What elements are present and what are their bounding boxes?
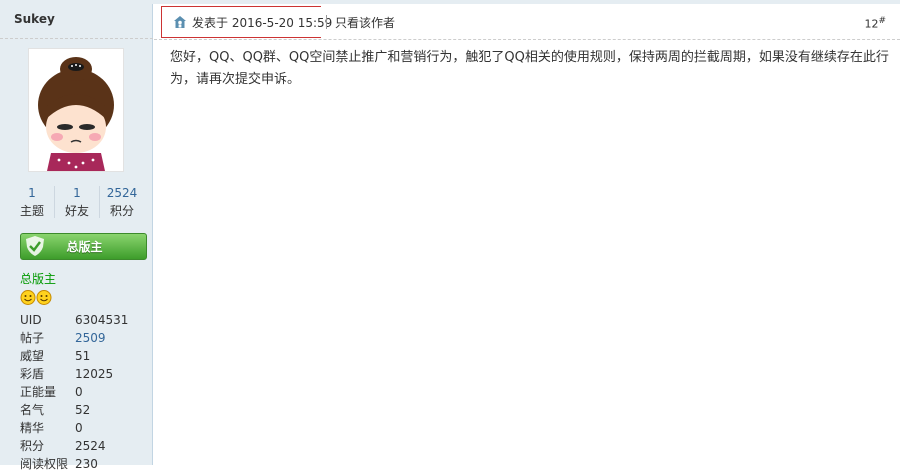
info-row-energy: 正能量 0 <box>20 383 150 401</box>
info-value: 51 <box>75 349 91 363</box>
floor-number: 12 <box>864 17 879 31</box>
stat-friends-label: 好友 <box>64 204 89 218</box>
user-sidebar: Sukey 1 主题 1 好友 2524 积分 总版主 总版主 UID 6304… <box>0 4 153 471</box>
info-row-uid: UID 6304531 <box>20 311 150 329</box>
info-key: 阅读权限 <box>20 457 69 471</box>
info-key: 积分 <box>20 439 45 453</box>
info-row-posts: 帖子 2509 <box>20 329 150 347</box>
stat-threads-label: 主题 <box>19 204 44 218</box>
user-stats: 1 主题 1 好友 2524 积分 <box>8 184 146 224</box>
user-info-list: UID 6304531 帖子 2509 威望 51 彩盾 12025 正能量 0… <box>20 311 150 473</box>
info-value: 12025 <box>75 367 114 381</box>
info-row-coins: 彩盾 12025 <box>20 365 150 383</box>
info-value: 2524 <box>75 439 106 453</box>
stat-points-label: 积分 <box>109 204 134 218</box>
stat-friends[interactable]: 1 好友 <box>55 184 99 220</box>
post-header: 发表于 2016-5-20 15:59 只看该作者 12# <box>154 4 900 40</box>
post-floor-number[interactable]: 12# <box>864 16 886 31</box>
info-key: 名气 <box>20 403 45 417</box>
user-group[interactable]: 总版主 <box>20 270 56 287</box>
rank-badge-label: 总版主 <box>66 240 103 254</box>
info-value-posts-link[interactable]: 2509 <box>75 329 106 347</box>
info-value: 52 <box>75 403 91 417</box>
username[interactable]: Sukey <box>14 12 55 26</box>
info-row-prestige: 威望 51 <box>20 347 150 365</box>
rank-stars <box>20 289 52 306</box>
avatar[interactable] <box>28 48 124 172</box>
info-key: 彩盾 <box>20 367 45 381</box>
info-key: 帖子 <box>20 331 45 345</box>
post-content: 您好，QQ、QQ群、QQ空间禁止推广和营销行为，触犯了QQ相关的使用规则，保持两… <box>170 50 889 87</box>
post-date: 发表于 2016-5-20 15:59 <box>192 16 333 30</box>
info-row-fame: 名气 52 <box>20 401 150 419</box>
divider <box>326 15 327 29</box>
divider <box>0 38 153 39</box>
stat-points-count: 2524 <box>106 186 138 200</box>
info-key: 威望 <box>20 349 45 363</box>
online-user-icon <box>174 16 186 28</box>
info-row-digest: 精华 0 <box>20 419 150 437</box>
info-row-read-permission: 阅读权限 230 <box>20 455 150 473</box>
info-key: 正能量 <box>20 385 57 399</box>
info-value: 0 <box>75 385 83 399</box>
info-row-points: 积分 2524 <box>20 437 150 455</box>
floor-suffix: # <box>878 16 886 26</box>
avatar-girl-image <box>38 57 114 171</box>
info-value: 230 <box>75 457 98 471</box>
info-key: UID <box>20 313 42 327</box>
stat-threads[interactable]: 1 主题 <box>10 184 54 220</box>
stat-points[interactable]: 2524 积分 <box>100 184 144 220</box>
info-value: 0 <box>75 421 83 435</box>
info-key: 精华 <box>20 421 45 435</box>
smiley-rank-icon <box>20 290 52 305</box>
view-author-only-link[interactable]: 只看该作者 <box>335 15 395 31</box>
stat-friends-count: 1 <box>73 186 81 200</box>
info-value: 6304531 <box>75 313 129 327</box>
rank-badge: 总版主 <box>20 233 147 260</box>
stat-threads-count: 1 <box>28 186 36 200</box>
